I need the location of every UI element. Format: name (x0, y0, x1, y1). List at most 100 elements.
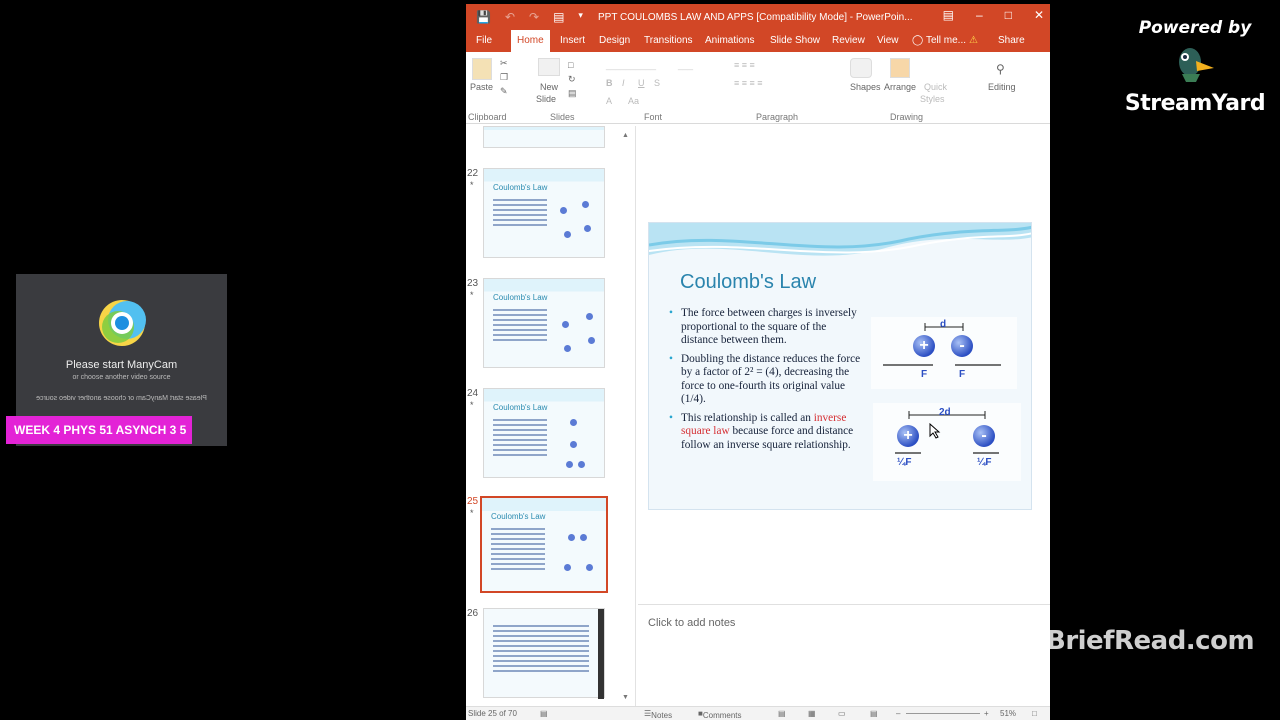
force-diagram-2d: 2d + - ¼F ¼F (873, 403, 1021, 481)
comments-toggle-label: Comments (702, 711, 742, 720)
manycam-icon (98, 300, 146, 346)
reset-icon[interactable]: ↻ (568, 74, 576, 85)
shapes-button[interactable]: Shapes (850, 82, 881, 92)
tab-animations[interactable]: Animations (705, 35, 754, 46)
layout-icon[interactable]: □ (568, 60, 573, 70)
tab-review[interactable]: Review (832, 35, 865, 46)
format-painter-icon[interactable]: ✎ (500, 86, 508, 97)
notes-placeholder[interactable]: Click to add notes (648, 617, 735, 629)
slideshow-view-icon[interactable]: ▤ (870, 709, 878, 718)
thumbnail-number: 22 (467, 168, 479, 179)
thumbnail-21-partial[interactable] (483, 126, 605, 148)
charge-dot (586, 564, 593, 571)
shapes-icon[interactable] (850, 58, 872, 78)
thumbnail-24[interactable]: Coulomb's Law (483, 388, 605, 478)
minimize-icon[interactable]: – (976, 8, 983, 22)
scroll-down-icon[interactable]: ▼ (622, 694, 629, 701)
copy-icon[interactable]: ❐ (500, 72, 508, 83)
notes-pane[interactable]: Click to add notes (638, 604, 1050, 704)
new-slide-icon[interactable] (538, 58, 560, 76)
slideshow-start-icon[interactable]: ▤ (553, 10, 564, 24)
align-icon[interactable]: ≡ ≡ ≡ ≡ (734, 78, 763, 88)
thumbnail-text-lines (493, 419, 547, 459)
scroll-up-icon[interactable]: ▲ (622, 132, 629, 139)
close-icon[interactable]: ✕ (1034, 8, 1044, 22)
bold-icon[interactable]: B (606, 78, 613, 88)
notes-toggle[interactable]: ☰ Notes (644, 709, 672, 720)
negative-charge: - (973, 425, 995, 447)
thumbnail-text-lines (491, 528, 545, 573)
reading-view-icon[interactable]: ▭ (838, 709, 846, 718)
tab-file[interactable]: File (476, 35, 492, 46)
tab-insert[interactable]: Insert (560, 35, 585, 46)
normal-view-icon[interactable]: ▤ (778, 709, 786, 718)
comments-toggle[interactable]: ■ Comments (698, 709, 742, 720)
section-icon[interactable]: ▤ (568, 88, 577, 99)
zoom-out-icon[interactable]: – (896, 709, 900, 718)
quick-styles-button-label2[interactable]: Styles (920, 94, 945, 104)
font-size-box[interactable]: ___ (678, 60, 693, 70)
slide-sorter-icon[interactable]: ▦ (808, 709, 816, 718)
change-case-icon[interactable]: Aa (628, 96, 639, 106)
cut-icon[interactable]: ✂ (500, 58, 508, 69)
quick-styles-button[interactable]: Quick (924, 82, 947, 92)
font-name-box[interactable]: __________ (606, 60, 656, 70)
arrange-button[interactable]: Arrange (884, 82, 916, 92)
zoom-level[interactable]: 51% (1000, 709, 1016, 718)
tab-transitions[interactable]: Transitions (644, 35, 693, 46)
zoom-slider[interactable] (906, 713, 980, 714)
streamyard-brand: Powered by StreamYard (1120, 18, 1270, 116)
shadow-icon[interactable]: S (654, 78, 660, 88)
distance-label: d (940, 319, 947, 330)
maximize-icon[interactable]: □ (1005, 8, 1012, 22)
animation-star-icon: * (470, 400, 474, 410)
tab-view[interactable]: View (877, 35, 899, 46)
window-controls: ▤ – □ ✕ (943, 8, 1044, 22)
streamyard-duck-icon (1179, 48, 1214, 82)
tab-home[interactable]: Home (511, 30, 550, 52)
tab-slide-show[interactable]: Slide Show (770, 35, 820, 46)
tab-design[interactable]: Design (599, 35, 630, 46)
new-slide-button-label2[interactable]: Slide (536, 94, 556, 104)
arrange-icon[interactable] (890, 58, 910, 78)
tell-me-search[interactable]: Tell me... (926, 35, 966, 46)
thumbnail-scrollbar[interactable]: ▲ ▼ (622, 132, 630, 701)
bullets-icon[interactable]: ≡ ≡ ≡ (734, 60, 755, 70)
thumbnail-23[interactable]: Coulomb's Law (483, 278, 605, 368)
distance-label: 2d (939, 407, 951, 418)
underline-icon[interactable]: U (638, 78, 645, 88)
thumbnail-25-selected[interactable]: Coulomb's Law (480, 496, 608, 593)
slide-title[interactable]: Coulomb's Law (680, 271, 816, 294)
save-icon[interactable]: 💾 (476, 10, 491, 24)
paste-icon[interactable] (472, 58, 492, 80)
force-label-left: ¼F (897, 457, 912, 468)
ribbon-display-icon[interactable]: ▤ (943, 8, 954, 22)
manycam-subtitle: or choose another video source (72, 374, 171, 381)
group-font-label: Font (644, 112, 663, 122)
redo-icon[interactable]: ↷ (529, 10, 539, 24)
slide-bullets[interactable]: The force between charges is inversely p… (669, 307, 861, 457)
thumbnail-22[interactable]: Coulomb's Law (483, 168, 605, 258)
thumbnail-title: Coulomb's Law (493, 183, 548, 192)
new-slide-button[interactable]: New (540, 82, 558, 92)
zoom-in-icon[interactable]: + (984, 709, 989, 718)
streamyard-wordmark: StreamYard (1124, 91, 1266, 116)
paste-button[interactable]: Paste (470, 82, 493, 92)
charge-dot (568, 534, 575, 541)
force-label-left: F (921, 369, 928, 380)
italic-icon[interactable]: I (622, 78, 625, 88)
customize-qat-icon[interactable]: ▾ (578, 10, 583, 24)
editing-button[interactable]: Editing (988, 82, 1016, 92)
spellcheck-icon[interactable]: ▤ (540, 709, 548, 718)
font-color-icon[interactable]: A (606, 96, 612, 106)
undo-icon[interactable]: ↶ (505, 10, 515, 24)
find-icon[interactable]: ⚲ (996, 62, 1005, 76)
warning-icon: ⚠ (969, 35, 978, 46)
thumbnail-title: Coulomb's Law (493, 403, 548, 412)
window-title: PPT COULOMBS LAW AND APPS [Compatibility… (598, 12, 913, 23)
thumbnail-26[interactable] (483, 608, 605, 699)
negative-charge: - (951, 335, 973, 357)
current-slide[interactable]: Coulomb's Law The force between charges … (648, 222, 1032, 510)
fit-slide-icon[interactable]: □ (1032, 709, 1037, 718)
share-button[interactable]: Share (998, 35, 1025, 46)
